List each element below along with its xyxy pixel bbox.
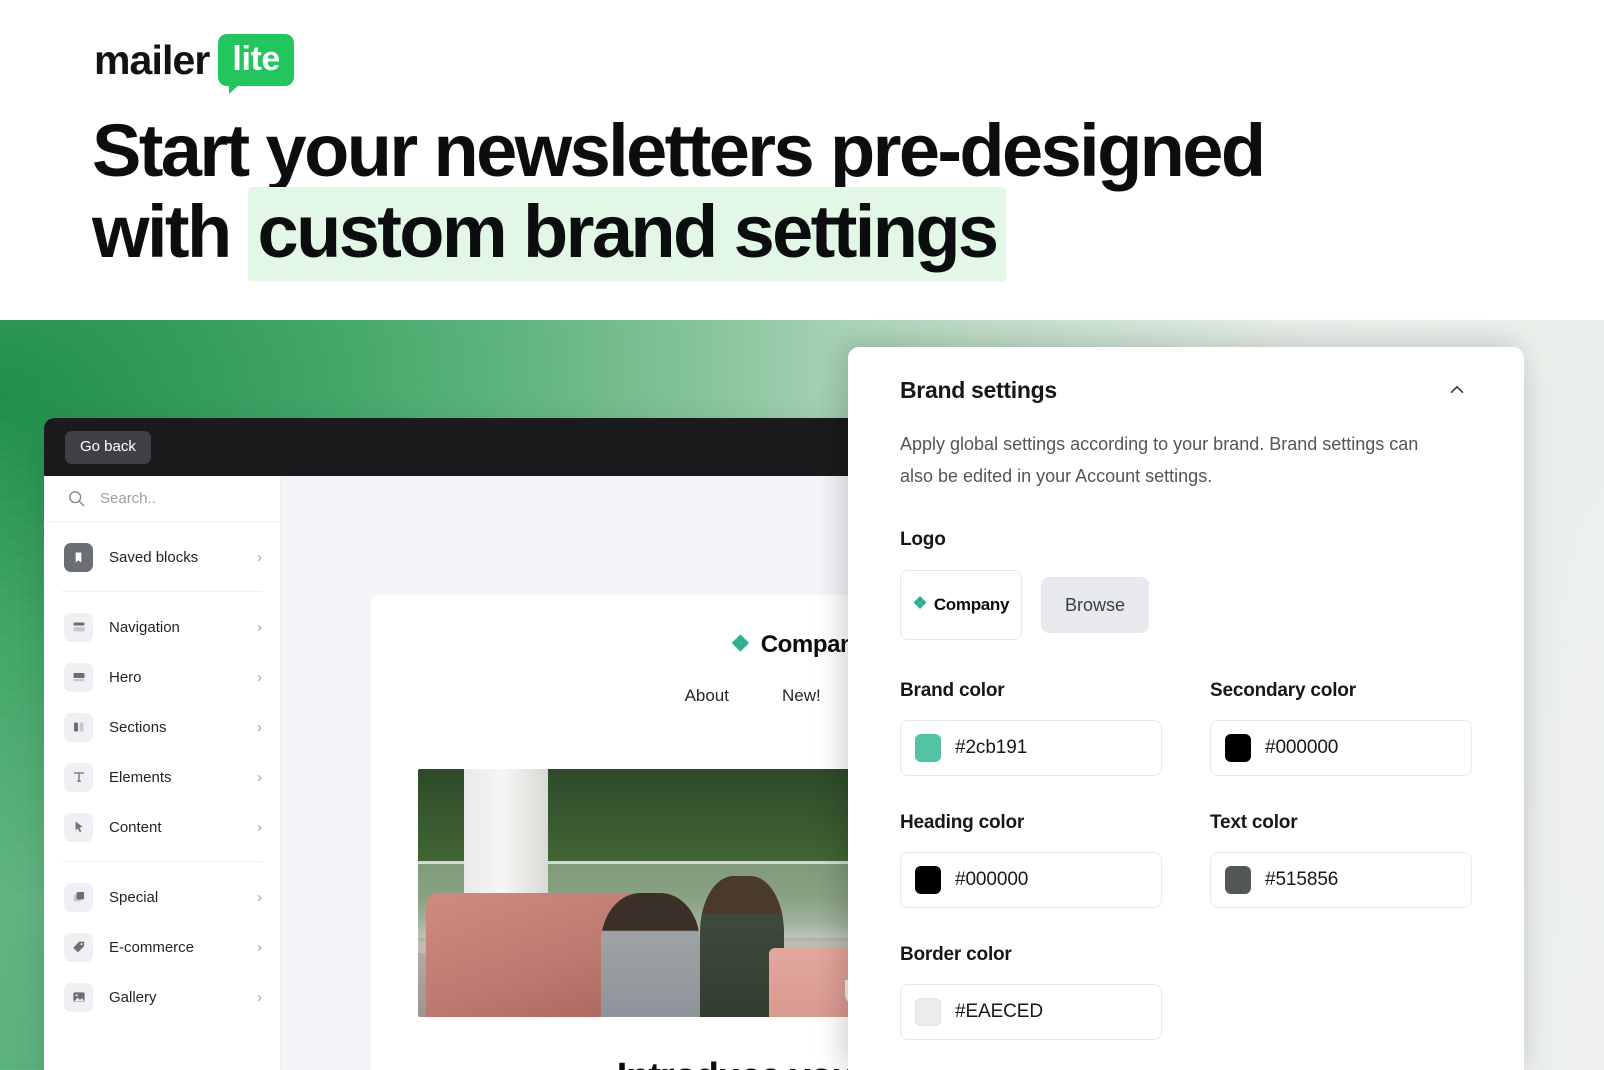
sections-block-icon bbox=[64, 712, 93, 742]
chevron-right-icon: › bbox=[257, 718, 262, 736]
image-icon bbox=[64, 982, 93, 1012]
layers-icon bbox=[64, 882, 93, 912]
chevron-right-icon: › bbox=[257, 668, 262, 686]
sidebar-group-extras: Special › E-commerce › Gallery › bbox=[44, 862, 280, 1031]
secondary-color-label: Secondary color bbox=[1210, 680, 1356, 701]
sidebar-item-label: Saved blocks bbox=[109, 548, 199, 566]
border-color-field: Border color #EAECED bbox=[900, 944, 1162, 1040]
mailerlite-logo: mailer lite bbox=[94, 34, 294, 94]
bookmark-icon bbox=[64, 542, 93, 572]
text-color-field: Text color #515856 bbox=[1210, 812, 1472, 908]
sidebar-item-label: Gallery bbox=[109, 988, 157, 1006]
headline-line-2-prefix: with bbox=[92, 189, 248, 273]
navigation-block-icon bbox=[64, 612, 93, 642]
brand-color-field: Brand color #2cb191 bbox=[900, 680, 1162, 776]
headline-highlight: custom brand settings bbox=[247, 186, 1007, 281]
sidebar-search-row[interactable] bbox=[44, 476, 280, 522]
chevron-right-icon: › bbox=[257, 618, 262, 636]
sidebar-item-navigation[interactable]: Navigation › bbox=[44, 602, 280, 652]
secondary-color-value: #000000 bbox=[1265, 737, 1339, 758]
logo-bubble-tail bbox=[229, 84, 241, 94]
chevron-up-icon[interactable] bbox=[1442, 375, 1472, 405]
search-input[interactable] bbox=[100, 490, 250, 507]
diamond-logo-icon bbox=[913, 595, 928, 615]
chevron-right-icon: › bbox=[257, 888, 262, 906]
secondary-color-input[interactable]: #000000 bbox=[1210, 720, 1472, 776]
hero-person bbox=[600, 893, 700, 1017]
email-nav-item-about[interactable]: About bbox=[685, 686, 729, 706]
logo-preview[interactable]: Company bbox=[900, 570, 1022, 640]
heading-color-input[interactable]: #000000 bbox=[900, 852, 1162, 908]
sidebar-item-label: Special bbox=[109, 888, 159, 906]
secondary-color-swatch[interactable] bbox=[1225, 734, 1251, 762]
color-settings-grid: Brand color #2cb191 Secondary color #000… bbox=[900, 680, 1472, 1040]
sidebar-item-label: Elements bbox=[109, 768, 172, 786]
go-back-button[interactable]: Go back bbox=[65, 431, 151, 464]
heading-color-swatch[interactable] bbox=[915, 866, 941, 894]
sidebar-item-label: Navigation bbox=[109, 618, 180, 636]
sidebar-item-sections[interactable]: Sections › bbox=[44, 702, 280, 752]
chevron-right-icon: › bbox=[257, 548, 262, 566]
sidebar-item-special[interactable]: Special › bbox=[44, 872, 280, 922]
heading-color-value: #000000 bbox=[955, 869, 1029, 890]
chevron-right-icon: › bbox=[257, 768, 262, 786]
text-color-label: Text color bbox=[1210, 812, 1298, 833]
sidebar-item-label: Hero bbox=[109, 668, 142, 686]
text-color-swatch[interactable] bbox=[1225, 866, 1251, 894]
heading-color-field: Heading color #000000 bbox=[900, 812, 1162, 908]
tag-icon bbox=[64, 932, 93, 962]
sidebar-item-label: Sections bbox=[109, 718, 167, 736]
chevron-right-icon: › bbox=[257, 818, 262, 836]
sidebar-item-label: E-commerce bbox=[109, 938, 195, 956]
browse-button[interactable]: Browse bbox=[1041, 577, 1150, 633]
sidebar-item-elements[interactable]: Elements › bbox=[44, 752, 280, 802]
chevron-right-icon: › bbox=[257, 988, 262, 1006]
brand-color-swatch[interactable] bbox=[915, 734, 941, 762]
brand-settings-panel: Brand settings Apply global settings acc… bbox=[848, 347, 1524, 1070]
panel-title: Brand settings bbox=[900, 376, 1057, 403]
logo-text-lite: lite bbox=[218, 34, 294, 86]
brand-settings-header: Brand settings bbox=[900, 347, 1472, 405]
email-nav-item-new[interactable]: New! bbox=[782, 686, 821, 706]
brand-color-input[interactable]: #2cb191 bbox=[900, 720, 1162, 776]
headline-line-2: with custom brand settings bbox=[92, 186, 1492, 281]
sidebar-group-blocks: Navigation › Hero › Sections › Elements … bbox=[44, 592, 280, 861]
panel-description: Apply global settings according to your … bbox=[900, 434, 1419, 486]
logo-section: Logo Company Browse bbox=[900, 529, 1472, 640]
sidebar-item-gallery[interactable]: Gallery › bbox=[44, 972, 280, 1022]
text-color-value: #515856 bbox=[1265, 869, 1339, 890]
text-element-icon bbox=[64, 762, 93, 792]
search-icon bbox=[68, 490, 85, 507]
border-color-label: Border color bbox=[900, 944, 1012, 965]
logo-text-mailer: mailer bbox=[94, 36, 210, 83]
logo-preview-name: Company bbox=[933, 595, 1010, 614]
editor-sidebar: Saved blocks › Navigation bbox=[44, 476, 281, 1070]
cursor-icon bbox=[64, 812, 93, 842]
sidebar-item-label: Content bbox=[109, 818, 162, 836]
secondary-color-field: Secondary color #000000 bbox=[1210, 680, 1472, 776]
sidebar-item-hero[interactable]: Hero › bbox=[44, 652, 280, 702]
hero-block-icon bbox=[64, 662, 93, 692]
diamond-logo-icon bbox=[731, 633, 751, 658]
logo-lite-bubble: lite bbox=[218, 34, 294, 94]
border-color-input[interactable]: #EAECED bbox=[900, 984, 1162, 1040]
page-root: mailer lite Start your newsletters pre-d… bbox=[0, 0, 1604, 1070]
brand-color-value: #2cb191 bbox=[955, 737, 1028, 758]
heading-color-label: Heading color bbox=[900, 812, 1025, 833]
sidebar-item-ecommerce[interactable]: E-commerce › bbox=[44, 922, 280, 972]
brand-color-label: Brand color bbox=[900, 680, 1005, 701]
page-title: Start your newsletters pre-designed with… bbox=[92, 112, 1492, 281]
logo-label: Logo bbox=[900, 529, 946, 550]
page-header: mailer lite Start your newsletters pre-d… bbox=[0, 0, 1604, 320]
sidebar-item-saved-blocks[interactable]: Saved blocks › bbox=[44, 532, 280, 582]
logo-row: Company Browse bbox=[900, 570, 1472, 640]
border-color-value: #EAECED bbox=[955, 1001, 1044, 1022]
border-color-swatch[interactable] bbox=[915, 998, 941, 1026]
chevron-right-icon: › bbox=[257, 938, 262, 956]
headline-line-1: Start your newsletters pre-designed bbox=[92, 109, 1266, 192]
sidebar-group-saved: Saved blocks › bbox=[44, 522, 280, 591]
sidebar-item-content[interactable]: Content › bbox=[44, 802, 280, 852]
text-color-input[interactable]: #515856 bbox=[1210, 852, 1472, 908]
